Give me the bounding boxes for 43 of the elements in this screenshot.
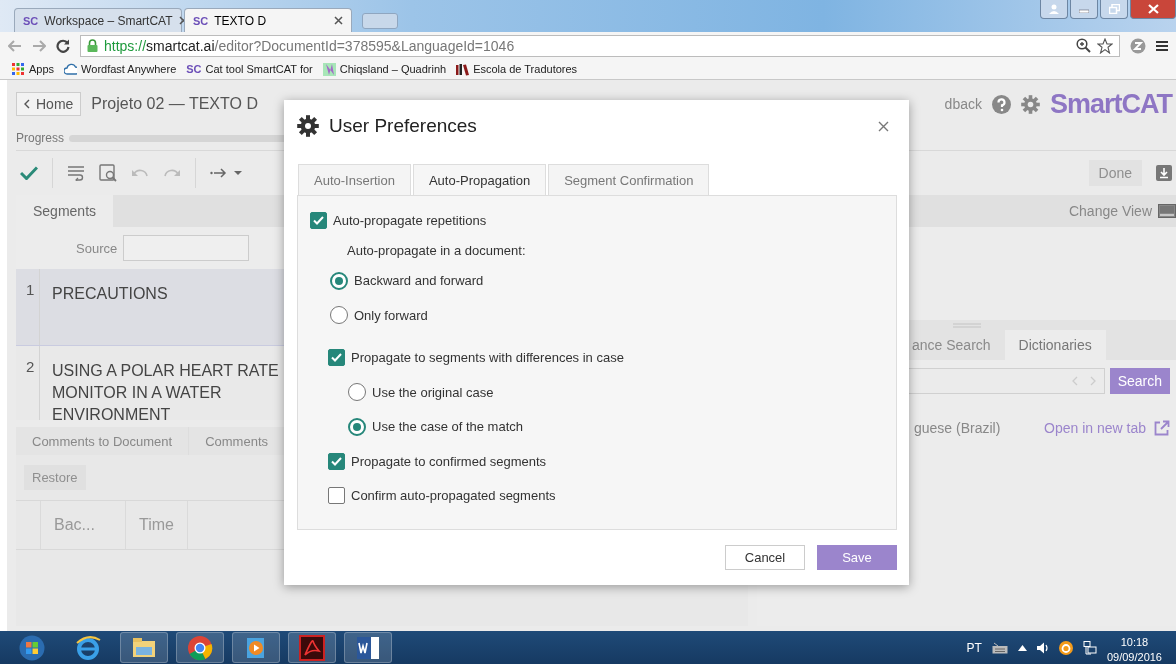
checkbox-label: Auto-propagate repetitions bbox=[333, 212, 487, 228]
segment-number: 2 bbox=[16, 346, 40, 420]
checkbox-label: Confirm auto-propagated segments bbox=[351, 488, 556, 504]
settings-tab[interactable]: Auto-Insertion bbox=[298, 164, 411, 195]
browser-tab[interactable]: SC TEXTO D bbox=[184, 8, 352, 32]
project-title: Projeto 02 — TEXTO D bbox=[91, 95, 259, 113]
progress-label: Progress bbox=[16, 131, 65, 145]
app-logo: SmartCAT bbox=[1049, 88, 1172, 120]
segments-tab[interactable]: Segments bbox=[16, 195, 114, 227]
option-caption: Auto-propagate in a document: bbox=[346, 242, 527, 260]
bookmark-item[interactable]: Escola de Tradutores bbox=[456, 62, 578, 76]
checkbox-label: Propagate to segments with differences in case bbox=[351, 350, 624, 366]
radio-label: Only forward bbox=[354, 307, 428, 323]
bookmark-item[interactable]: Apps bbox=[12, 62, 55, 76]
favicon-text: SC bbox=[193, 14, 209, 27]
url-text: https://smartcat.ai/editor?DocumentId=378595&LanguageId=1046 bbox=[104, 37, 516, 54]
browser-tab[interactable]: SC Workspace – SmartCAT bbox=[14, 8, 182, 32]
language-label: guese (Brazil) bbox=[913, 420, 1001, 436]
checkbox-label: Propagate to confirmed segments bbox=[351, 453, 547, 469]
favicon-text: SC bbox=[186, 63, 202, 75]
radio-label: Backward and forward bbox=[354, 273, 484, 289]
segment-number: 1 bbox=[16, 269, 40, 345]
input-language-indicator[interactable]: PT bbox=[966, 640, 982, 655]
cancel-button[interactable]: Cancel bbox=[725, 545, 805, 570]
dialog-title: User Preferences bbox=[329, 115, 478, 137]
segment-text: USING A POLAR HEART RATE MONITOR IN A WATER ENVIRONMENT bbox=[51, 361, 280, 420]
address-field[interactable]: https://smartcat.ai/editor?DocumentId=378595&LanguageId=1046 bbox=[80, 34, 1120, 57]
bookmark-item[interactable]: Wordfast Anywhere bbox=[64, 62, 177, 76]
settings-tab[interactable]: Auto-Propagation bbox=[412, 164, 547, 195]
favicon-text: SC bbox=[23, 14, 39, 27]
segment-text: PRECAUTIONS bbox=[51, 284, 169, 304]
home-button[interactable]: Home bbox=[16, 92, 82, 116]
source-label: Source bbox=[76, 240, 118, 256]
column-header: Bac... bbox=[41, 501, 126, 549]
bookmark-item[interactable]: SC Cat tool SmartCAT for bbox=[186, 63, 313, 75]
bookmark-item[interactable]: Chiqsland – Quadrinh bbox=[322, 62, 447, 76]
clock-time[interactable]: 10:18 bbox=[1120, 635, 1149, 650]
panel-tab[interactable]: Dictionaries bbox=[1004, 330, 1106, 360]
clock-date[interactable]: 09/09/2016 bbox=[1106, 650, 1162, 663]
radio-label: Use the case of the match bbox=[372, 419, 524, 435]
radio-label: Use the original case bbox=[372, 384, 494, 400]
column-header: Time bbox=[126, 501, 188, 549]
settings-tab[interactable]: Segment Confirmation bbox=[548, 164, 710, 195]
